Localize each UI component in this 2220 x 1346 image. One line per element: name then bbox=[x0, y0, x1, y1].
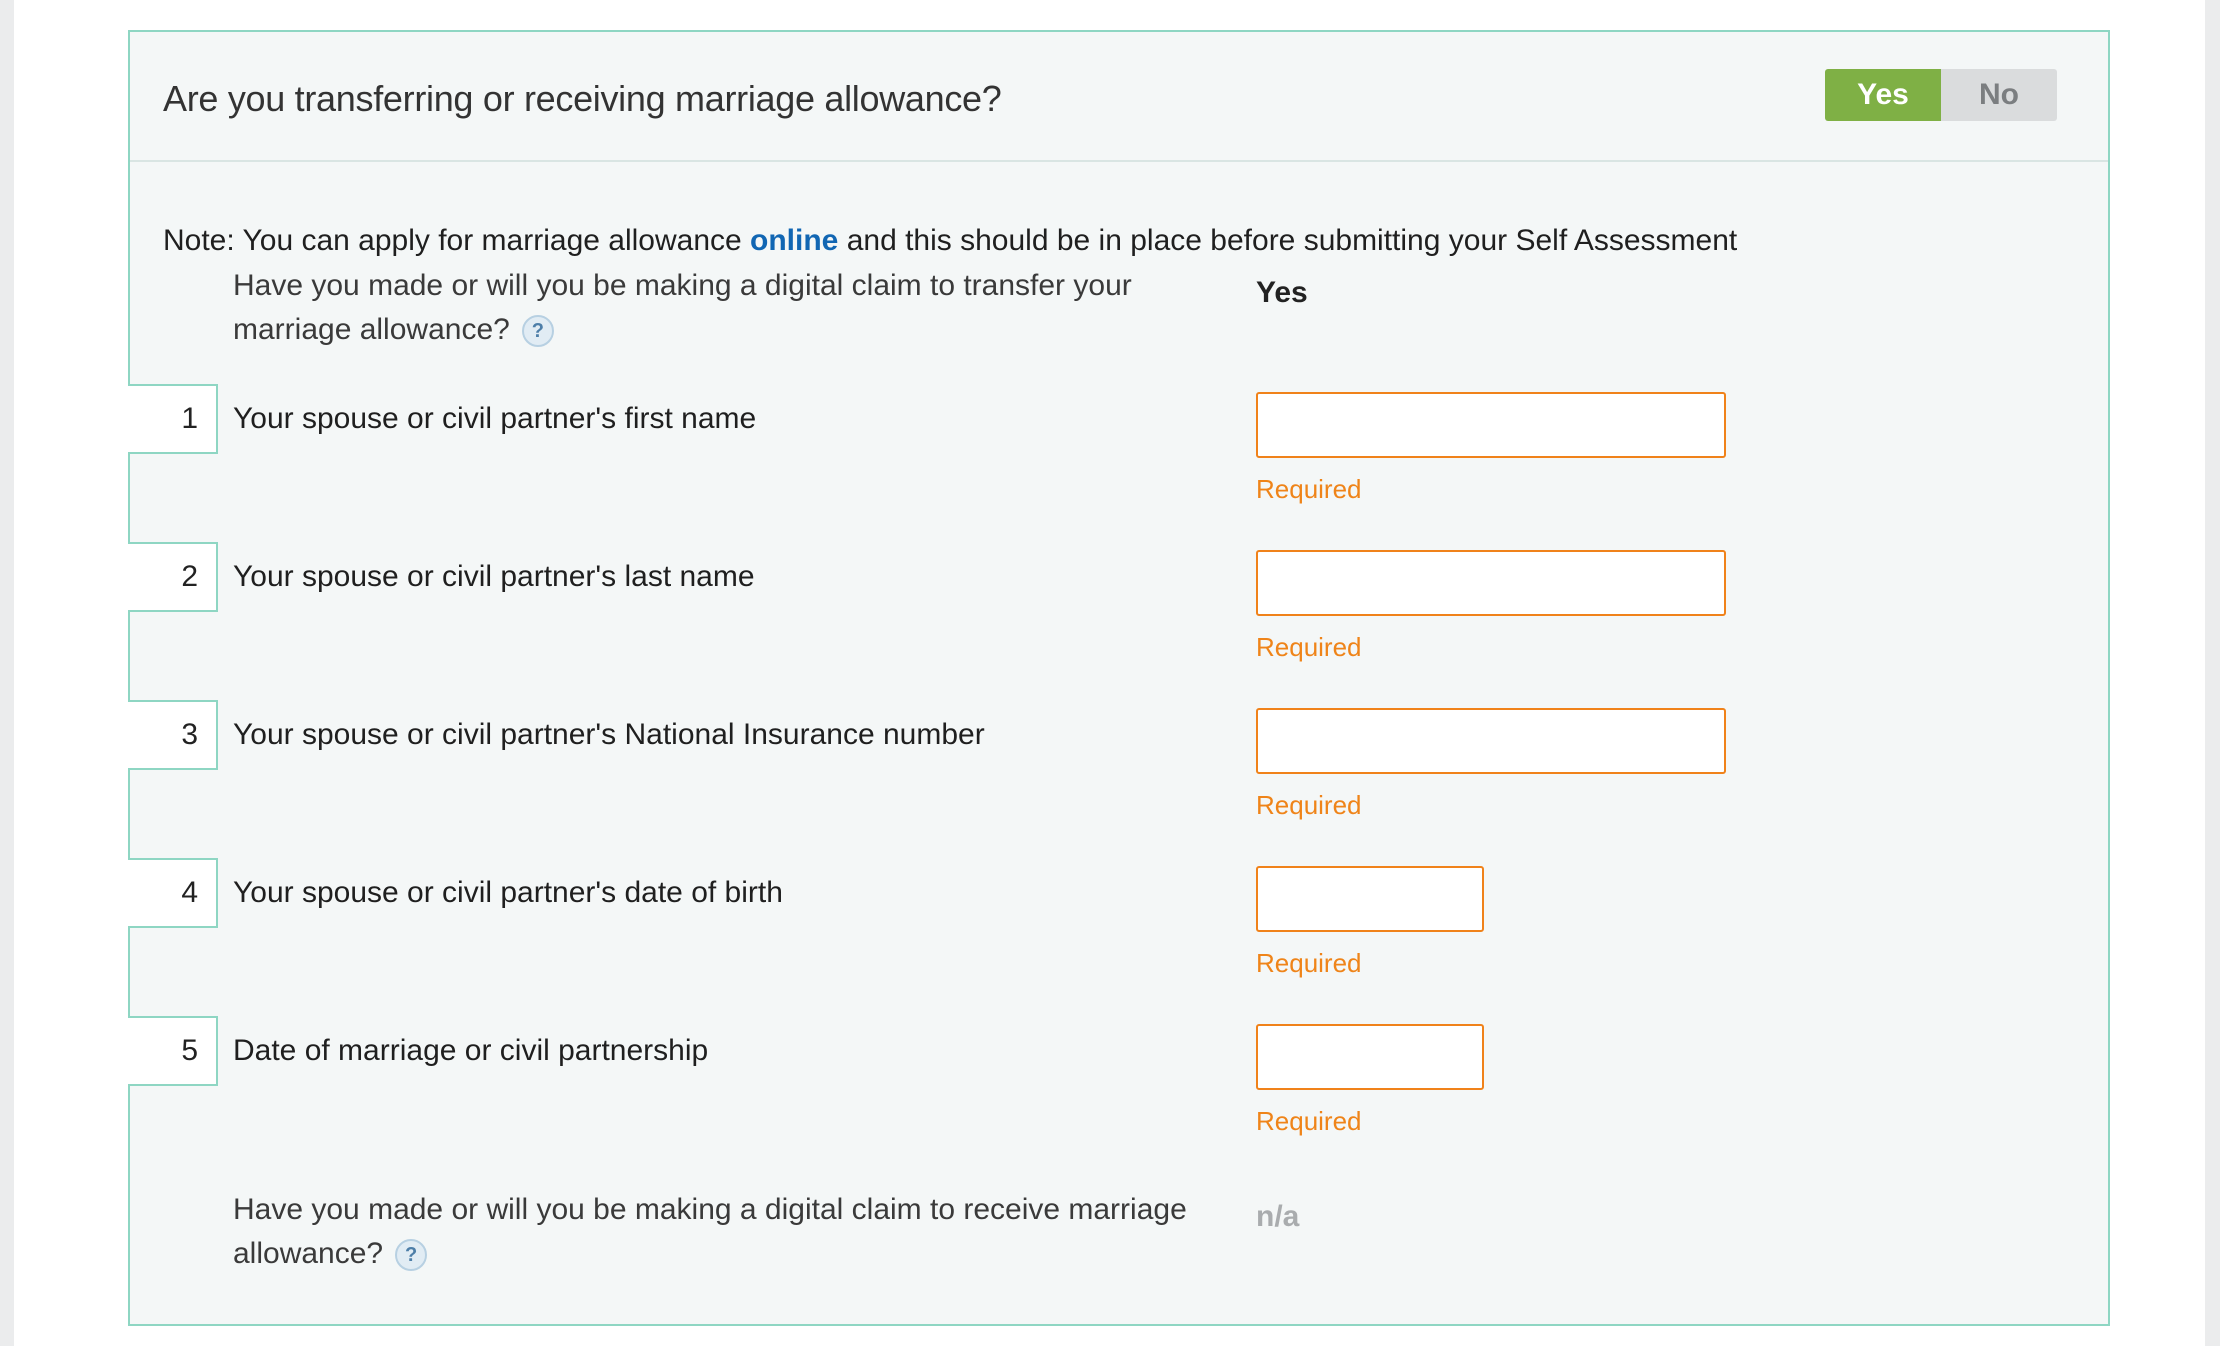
page: Are you transferring or receiving marria… bbox=[14, 0, 2205, 1346]
transfer-claim-question: Have you made or will you be making a di… bbox=[233, 264, 1233, 352]
note-prefix: Note: You can apply for marriage allowan… bbox=[163, 224, 751, 257]
panel-header: Are you transferring or receiving marria… bbox=[130, 32, 2108, 162]
spouse-last-name-label: Your spouse or civil partner's last name bbox=[233, 560, 755, 593]
marriage-date-input[interactable] bbox=[1256, 1024, 1484, 1090]
spouse-first-name-label: Your spouse or civil partner's first nam… bbox=[233, 402, 757, 435]
spouse-last-name-input[interactable] bbox=[1256, 550, 1726, 616]
required-message: Required bbox=[1256, 790, 1362, 820]
help-icon[interactable]: ? bbox=[521, 315, 554, 348]
required-message: Required bbox=[1256, 948, 1362, 978]
transfer-claim-question-line1: Have you made or will you be making a di… bbox=[233, 269, 1132, 302]
required-message: Required bbox=[1256, 1106, 1362, 1136]
marriage-allowance-panel: Are you transferring or receiving marria… bbox=[128, 30, 2110, 1326]
required-message: Required bbox=[1256, 632, 1362, 662]
receive-claim-question-line1: Have you made or will you be making a di… bbox=[233, 1193, 1187, 1226]
row-number: 4 bbox=[128, 858, 218, 928]
yes-no-toggle: Yes No bbox=[1825, 69, 2057, 121]
section-title: Are you transferring or receiving marria… bbox=[163, 78, 1002, 119]
row-number: 3 bbox=[128, 700, 218, 770]
note-text: Note: You can apply for marriage allowan… bbox=[163, 224, 1737, 258]
spouse-dob-input[interactable] bbox=[1256, 866, 1484, 932]
online-link[interactable]: online bbox=[750, 224, 838, 257]
spouse-ni-number-label: Your spouse or civil partner's National … bbox=[233, 718, 985, 751]
receive-claim-answer: n/a bbox=[1256, 1200, 1300, 1233]
row-number: 1 bbox=[128, 384, 218, 454]
transfer-claim-question-line2: marriage allowance? bbox=[233, 313, 510, 346]
help-icon[interactable]: ? bbox=[395, 1239, 428, 1272]
required-message: Required bbox=[1256, 474, 1362, 504]
spouse-dob-label: Your spouse or civil partner's date of b… bbox=[233, 876, 783, 909]
row-number: 2 bbox=[128, 542, 218, 612]
transfer-claim-answer: Yes bbox=[1256, 276, 1308, 309]
spouse-first-name-input[interactable] bbox=[1256, 392, 1726, 458]
spouse-ni-number-input[interactable] bbox=[1256, 708, 1726, 774]
toggle-yes-button[interactable]: Yes bbox=[1825, 69, 1941, 121]
row-number: 5 bbox=[128, 1016, 218, 1086]
receive-claim-question: Have you made or will you be making a di… bbox=[233, 1188, 1233, 1276]
receive-claim-question-line2: allowance? bbox=[233, 1237, 384, 1270]
note-suffix: and this should be in place before submi… bbox=[838, 224, 1738, 257]
marriage-date-label: Date of marriage or civil partnership bbox=[233, 1034, 709, 1067]
toggle-no-button[interactable]: No bbox=[1941, 69, 2057, 121]
